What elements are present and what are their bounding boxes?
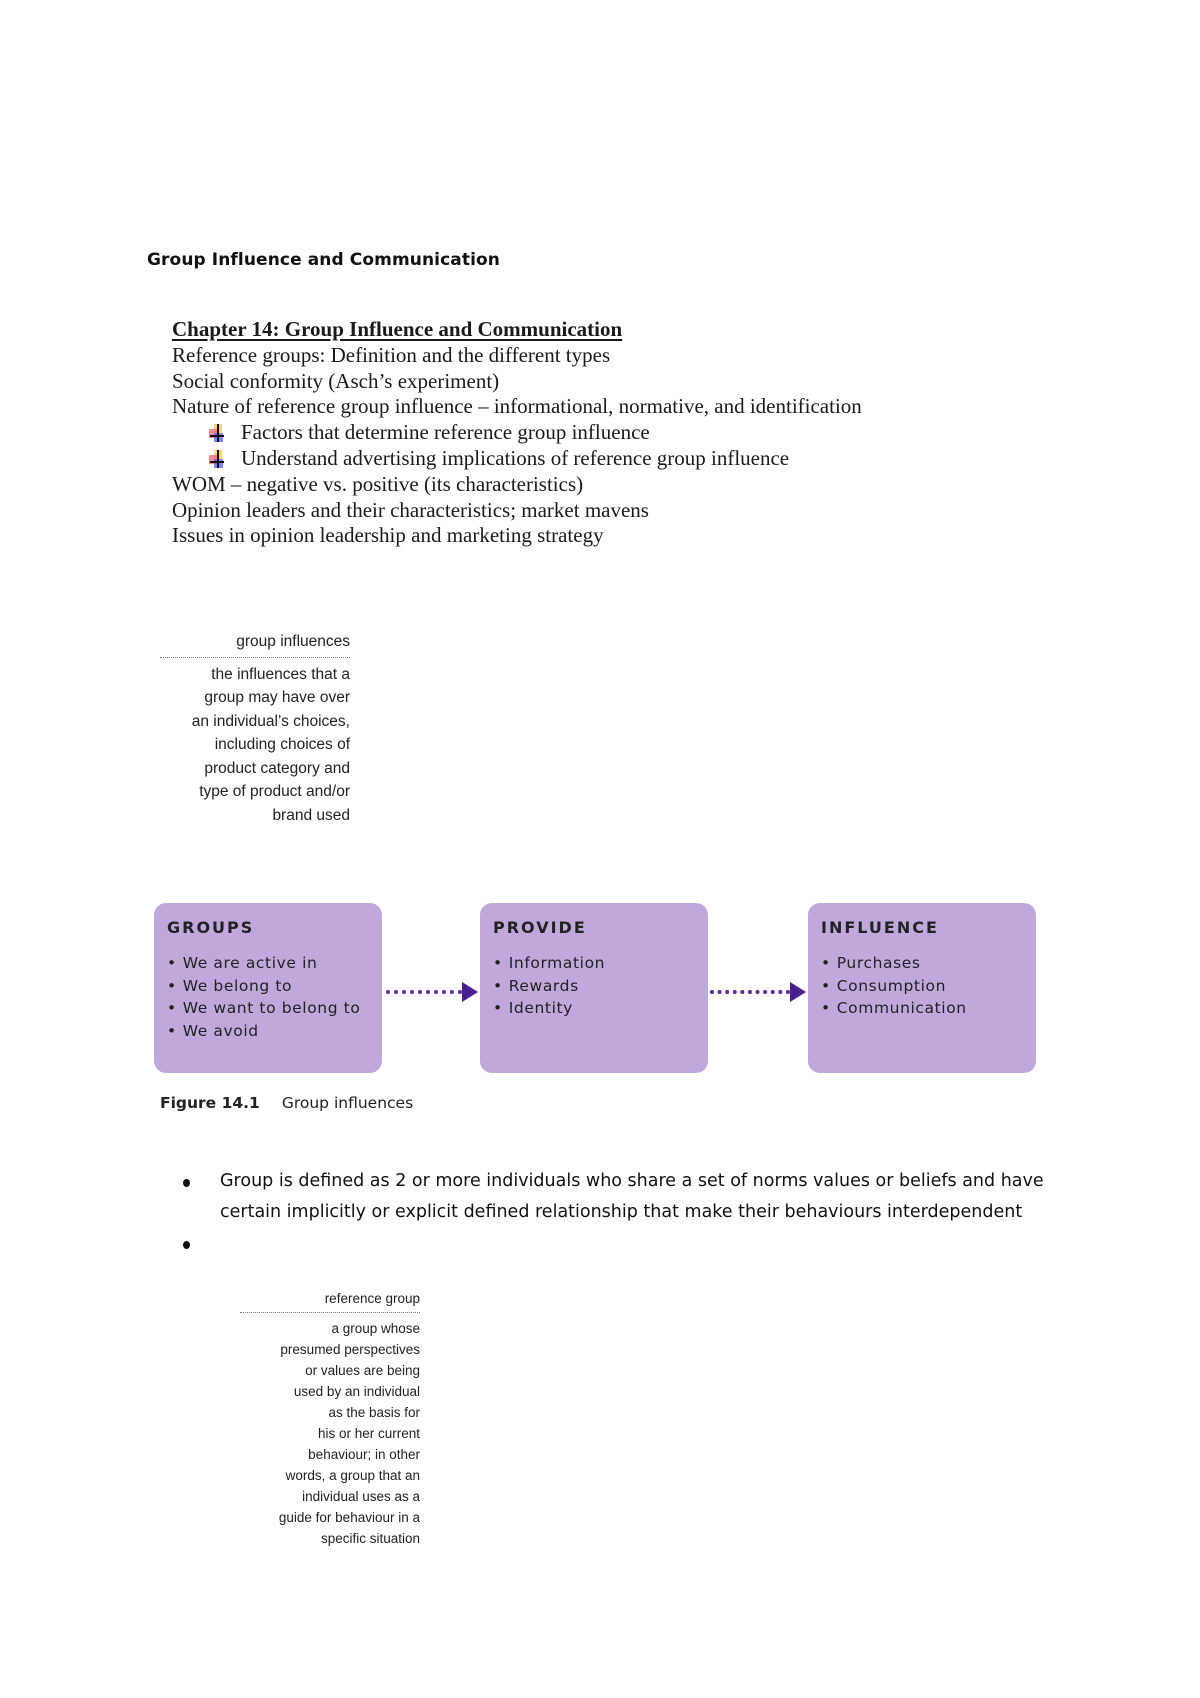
arrow-bullet-icon bbox=[208, 424, 226, 443]
dotted-arrow-icon bbox=[386, 982, 478, 1002]
bullet-item-empty bbox=[183, 1228, 1083, 1259]
figure-box-item: We belong to bbox=[167, 975, 360, 998]
definition-line: product category and bbox=[204, 759, 350, 777]
definition-line: a group whose bbox=[331, 1321, 420, 1336]
outline-line: Issues in opinion leadership and marketi… bbox=[172, 523, 604, 548]
definition-line: including choices of bbox=[214, 736, 350, 753]
figure-number: Figure 14.1 bbox=[160, 1094, 260, 1112]
figure-box-groups: GROUPS We are active in We belong to We … bbox=[154, 903, 382, 1073]
outline-sub-item: Understand advertising implications of r… bbox=[172, 446, 862, 472]
outline-line: WOM – negative vs. positive (its charact… bbox=[172, 471, 584, 496]
bullet-icon bbox=[183, 1241, 190, 1249]
definition-line: as the basis for bbox=[328, 1405, 420, 1420]
chapter-outline: Chapter 14: Group Influence and Communic… bbox=[172, 317, 862, 549]
figure-box-item: Information bbox=[493, 952, 605, 975]
figure-box-provide: PROVIDE Information Rewards Identity bbox=[480, 903, 708, 1073]
definition-line: brand used bbox=[272, 806, 350, 824]
outline-sub-item: Factors that determine reference group i… bbox=[172, 420, 862, 446]
definition-group-influences: group influences the influences that a g… bbox=[160, 630, 350, 827]
definition-line: or values are being bbox=[305, 1363, 420, 1378]
figure-box-item: Rewards bbox=[493, 975, 605, 998]
figure-box-item: Consumption bbox=[821, 975, 967, 998]
figure-caption: Figure 14.1 Group influences bbox=[160, 1094, 413, 1112]
outline-sub-item-text: Factors that determine reference group i… bbox=[241, 420, 650, 445]
bullet-item: Group is defined as 2 or more individual… bbox=[183, 1166, 1083, 1228]
dotted-arrow-icon bbox=[710, 982, 806, 1002]
document-heading: Group Influence and Communication bbox=[147, 250, 500, 270]
definition-line: presumed perspectives bbox=[280, 1342, 420, 1357]
definition-line: behaviour; in other bbox=[308, 1447, 420, 1462]
figure-box-item: Identity bbox=[493, 997, 605, 1020]
figure-caption-text: Group influences bbox=[281, 1094, 414, 1112]
definition-line: his or her current bbox=[317, 1426, 420, 1441]
definition-term: group influences bbox=[160, 630, 350, 658]
outline-line: Opinion leaders and their characteristic… bbox=[172, 497, 649, 522]
chapter-title: Chapter 14: Group Influence and Communic… bbox=[172, 317, 623, 341]
definition-line: guide for behaviour in a bbox=[278, 1510, 420, 1525]
figure-box-title: PROVIDE bbox=[493, 918, 587, 937]
figure-box-item: Purchases bbox=[821, 952, 967, 975]
figure-box-item: Communication bbox=[821, 997, 967, 1020]
figure-box-influence: INFLUENCE Purchases Consumption Communic… bbox=[808, 903, 1036, 1073]
bullet-text: Group is defined as 2 or more individual… bbox=[220, 1171, 1044, 1222]
definition-line: an individual’s choices, bbox=[191, 712, 350, 730]
definition-line: type of product and/or bbox=[199, 783, 350, 800]
definition-line: words, a group that an bbox=[285, 1468, 420, 1483]
definition-term: reference group bbox=[240, 1288, 420, 1313]
definition-line: individual uses as a bbox=[302, 1489, 420, 1504]
definition-line: specific situation bbox=[320, 1531, 420, 1546]
outline-line: Social conformity (Asch’s experiment) bbox=[172, 368, 500, 393]
definition-reference-group: reference group a group whose presumed p… bbox=[240, 1288, 420, 1549]
figure-box-title: INFLUENCE bbox=[821, 918, 939, 937]
figure-box-item: We are active in bbox=[167, 952, 360, 975]
definition-line: the influences that a bbox=[211, 665, 350, 683]
definition-line: group may have over bbox=[204, 689, 350, 706]
figure-box-item: We want to belong to bbox=[167, 997, 360, 1020]
definition-line: used by an individual bbox=[293, 1384, 420, 1399]
figure-box-title: GROUPS bbox=[167, 918, 255, 937]
outline-sub-item-text: Understand advertising implications of r… bbox=[241, 445, 790, 470]
outline-line: Reference groups: Definition and the dif… bbox=[172, 342, 611, 367]
bullet-icon bbox=[183, 1179, 190, 1187]
figure-box-item: We avoid bbox=[167, 1020, 360, 1043]
outline-line: Nature of reference group influence – in… bbox=[172, 394, 862, 419]
arrow-bullet-icon bbox=[208, 449, 226, 468]
group-influences-figure: GROUPS We are active in We belong to We … bbox=[154, 903, 1036, 1075]
bullet-list: Group is defined as 2 or more individual… bbox=[183, 1166, 1083, 1259]
